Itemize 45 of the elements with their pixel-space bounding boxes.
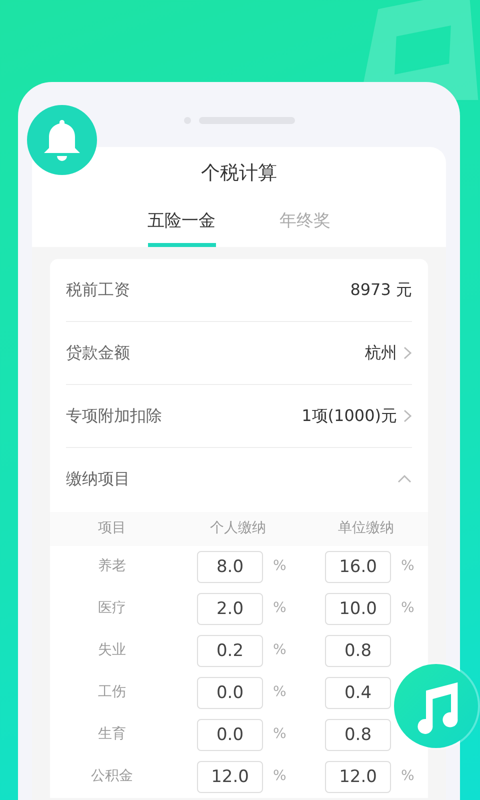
chevron-right-icon <box>403 346 412 360</box>
percent-sign: % <box>273 557 286 576</box>
percent-sign: % <box>401 599 414 618</box>
tab[interactable]: 五险一金 <box>148 209 216 246</box>
rate-input[interactable]: 0.8 <box>325 718 391 750</box>
percent-sign: % <box>273 683 286 702</box>
field-label: 专项附加扣除 <box>66 404 162 426</box>
row-label: 医疗 <box>97 599 127 618</box>
form-row[interactable]: 贷款金额 杭州 <box>66 322 412 384</box>
row-label: 失业 <box>97 641 127 660</box>
field-label: 贷款金额 <box>66 342 130 364</box>
rate-input[interactable]: 12.0 <box>197 760 263 792</box>
row-label: 公积金 <box>90 767 134 786</box>
section-header[interactable]: 缴纳项目 <box>66 448 412 510</box>
rate-input[interactable]: 0.2 <box>197 634 263 666</box>
field-value: 杭州 <box>365 342 397 364</box>
chevron-right-icon <box>403 408 412 422</box>
rate-input[interactable]: 0.4 <box>325 676 391 708</box>
percent-sign: % <box>401 767 414 786</box>
column-header: 单位缴纳 <box>337 519 395 538</box>
rate-input[interactable]: 16.0 <box>325 550 391 582</box>
percent-sign: % <box>273 599 286 618</box>
column-header: 项目 <box>97 519 127 538</box>
rate-input[interactable]: 10.0 <box>325 592 391 624</box>
rate-input[interactable]: 0.8 <box>325 634 391 666</box>
field-label: 税前工资 <box>66 278 130 300</box>
rate-input[interactable]: 8.0 <box>197 550 263 582</box>
rate-input[interactable]: 12.0 <box>325 760 391 792</box>
row-label: 生育 <box>97 725 127 744</box>
percent-sign: % <box>401 557 414 576</box>
row-label: 工伤 <box>97 683 127 702</box>
rate-input[interactable]: 0.0 <box>197 718 263 750</box>
page-title: 个税计算 <box>200 161 278 186</box>
rate-input[interactable]: 0.0 <box>197 676 263 708</box>
percent-sign: % <box>273 641 286 660</box>
column-header: 个人缴纳 <box>209 519 267 538</box>
chevron-up-icon[interactable] <box>397 474 412 484</box>
field-value: 1项(1000)元 <box>302 404 397 426</box>
percent-sign: % <box>273 725 286 744</box>
field-value: 8973 元 <box>350 278 412 300</box>
row-label: 养老 <box>97 557 127 576</box>
percent-sign: % <box>273 767 286 786</box>
section-label: 缴纳项目 <box>66 468 130 490</box>
rate-input[interactable]: 2.0 <box>197 592 263 624</box>
form-row[interactable]: 专项附加扣除 1项(1000)元 <box>66 384 412 448</box>
